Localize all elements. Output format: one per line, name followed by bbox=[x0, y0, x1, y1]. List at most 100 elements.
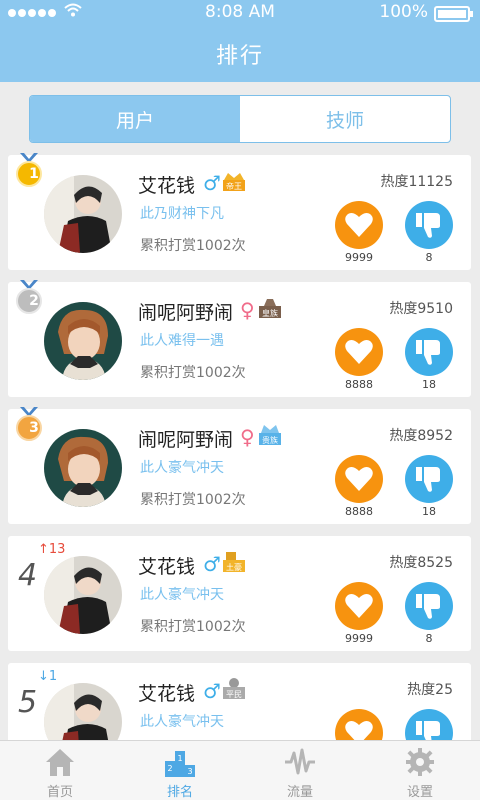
user-name: 闹呢阿野闹 bbox=[138, 429, 234, 451]
thumbs-down-icon bbox=[416, 467, 440, 492]
rank-number: 5 bbox=[18, 685, 38, 720]
tab-home[interactable]: 首页 bbox=[0, 741, 120, 800]
ranking-card[interactable]: 2 闹呢阿野闹 ♀ 皇族 此人难得一遇 累积打赏1002次 热度9510 888… bbox=[8, 280, 471, 397]
tab-ranking[interactable]: 213 排名 bbox=[120, 741, 240, 800]
dislike-button[interactable] bbox=[405, 201, 453, 249]
badge-label: 平民 bbox=[226, 690, 242, 699]
commoner-badge-icon: 平民 bbox=[222, 677, 246, 701]
ranking-card[interactable]: 3 闹呢阿野闹 ♀ 贵族 此人豪气冲天 累积打赏1002次 热度8952 888… bbox=[8, 407, 471, 524]
heat-value: 热度9510 bbox=[389, 301, 453, 317]
reward-count: 累积打赏1002次 bbox=[140, 492, 246, 508]
avatar[interactable] bbox=[44, 556, 122, 634]
female-icon: ♀ bbox=[240, 298, 255, 322]
like-count: 8888 bbox=[345, 378, 373, 391]
heart-icon bbox=[345, 594, 373, 618]
dislike-count: 8 bbox=[425, 251, 433, 264]
avatar[interactable] bbox=[44, 175, 122, 253]
user-name: 艾花钱 bbox=[138, 683, 196, 705]
reward-count: 累积打赏1002次 bbox=[140, 619, 246, 635]
tab-traffic[interactable]: 流量 bbox=[240, 741, 360, 800]
tab-home-label: 首页 bbox=[46, 785, 73, 800]
badge-label: 皇族 bbox=[262, 308, 278, 318]
like-button[interactable] bbox=[335, 328, 383, 376]
like-button[interactable] bbox=[335, 201, 383, 249]
male-icon: ♂ bbox=[203, 679, 221, 703]
like-button[interactable] bbox=[335, 455, 383, 503]
like-button[interactable] bbox=[335, 582, 383, 630]
user-name: 艾花钱 bbox=[138, 556, 196, 578]
ranking-card[interactable]: 1 艾花钱 ♂ 帝王 此乃财神下凡 累积打赏1002次 热度11125 9999… bbox=[8, 153, 471, 270]
dislike-button[interactable] bbox=[405, 582, 453, 630]
svg-text:2: 2 bbox=[167, 764, 172, 773]
heat-value: 热度25 bbox=[407, 682, 453, 698]
segment-control: 用户 技师 bbox=[29, 95, 451, 143]
home-icon bbox=[46, 749, 74, 776]
gear-icon bbox=[406, 748, 434, 776]
dislike-count: 8 bbox=[425, 632, 433, 645]
status-bar: 8:08 AM 100% bbox=[0, 0, 480, 26]
rank-change-value: 13 bbox=[48, 542, 66, 557]
rank-number: 1 bbox=[29, 166, 39, 182]
arrow-up-icon: ↑ bbox=[38, 542, 49, 557]
rank-number: 4 bbox=[18, 558, 38, 593]
avatar[interactable] bbox=[44, 302, 122, 380]
female-icon: ♀ bbox=[240, 425, 255, 449]
rank-number: 2 bbox=[29, 293, 39, 309]
like-count: 9999 bbox=[345, 251, 373, 264]
like-count: 9999 bbox=[345, 632, 373, 645]
tab-traffic-label: 流量 bbox=[286, 785, 313, 800]
bottom-tab-bar: 首页 213 排名 流量 设置 bbox=[0, 740, 480, 800]
heat-value: 热度8952 bbox=[389, 428, 453, 444]
user-slogan: 此乃财神下凡 bbox=[140, 206, 224, 222]
user-slogan: 此人难得一遇 bbox=[140, 333, 224, 349]
heart-icon bbox=[345, 213, 373, 237]
badge-label: 土豪 bbox=[226, 562, 242, 572]
user-name: 闹呢阿野闹 bbox=[138, 302, 234, 324]
waveform-icon bbox=[285, 748, 315, 775]
rank-change: ↑13 bbox=[38, 542, 65, 557]
rank-change-value: 1 bbox=[48, 669, 58, 684]
noble-badge-icon: 皇族 bbox=[258, 296, 282, 320]
male-icon: ♂ bbox=[203, 171, 221, 195]
tab-settings[interactable]: 设置 bbox=[360, 741, 480, 800]
badge-label: 帝王 bbox=[226, 181, 242, 191]
badge-label: 贵族 bbox=[262, 435, 278, 445]
battery-icon bbox=[434, 6, 473, 22]
heat-value: 热度8525 bbox=[389, 555, 453, 571]
dislike-button[interactable] bbox=[405, 328, 453, 376]
tab-settings-label: 设置 bbox=[406, 785, 433, 800]
tab-users[interactable]: 用户 bbox=[30, 96, 240, 142]
crown-badge-icon: 帝王 bbox=[222, 169, 246, 193]
ranking-card[interactable]: 4 ↑13 艾花钱 ♂ 土豪 此人豪气冲天 累积打赏1002次 热度8525 9… bbox=[8, 536, 471, 651]
user-slogan: 此人豪气冲天 bbox=[140, 587, 224, 603]
reward-count: 累积打赏1002次 bbox=[140, 238, 246, 254]
page-title: 排行 bbox=[0, 26, 480, 82]
avatar[interactable] bbox=[44, 429, 122, 507]
dislike-button[interactable] bbox=[405, 455, 453, 503]
arrow-down-icon: ↓ bbox=[38, 669, 49, 684]
podium-icon: 213 bbox=[165, 751, 195, 777]
tycoon-badge-icon: 土豪 bbox=[222, 550, 246, 574]
thumbs-down-icon bbox=[416, 340, 440, 365]
male-icon: ♂ bbox=[203, 552, 221, 576]
svg-text:3: 3 bbox=[187, 767, 192, 776]
user-slogan: 此人豪气冲天 bbox=[140, 714, 224, 730]
thumbs-down-icon bbox=[416, 594, 440, 619]
like-count: 8888 bbox=[345, 505, 373, 518]
heat-value: 热度11125 bbox=[380, 174, 453, 190]
aristocrat-badge-icon: 贵族 bbox=[258, 423, 282, 447]
rank-number: 3 bbox=[29, 420, 39, 436]
battery-percent: 100% bbox=[379, 2, 428, 22]
rank-change: ↓1 bbox=[38, 669, 57, 684]
heart-icon bbox=[345, 467, 373, 491]
reward-count: 累积打赏1002次 bbox=[140, 365, 246, 381]
user-slogan: 此人豪气冲天 bbox=[140, 460, 224, 476]
tab-ranking-label: 排名 bbox=[166, 785, 193, 800]
dislike-count: 18 bbox=[422, 378, 436, 391]
svg-text:1: 1 bbox=[177, 754, 182, 763]
user-name: 艾花钱 bbox=[138, 175, 196, 197]
tab-technicians[interactable]: 技师 bbox=[240, 96, 450, 142]
thumbs-down-icon bbox=[416, 213, 440, 238]
dislike-count: 18 bbox=[422, 505, 436, 518]
heart-icon bbox=[345, 340, 373, 364]
